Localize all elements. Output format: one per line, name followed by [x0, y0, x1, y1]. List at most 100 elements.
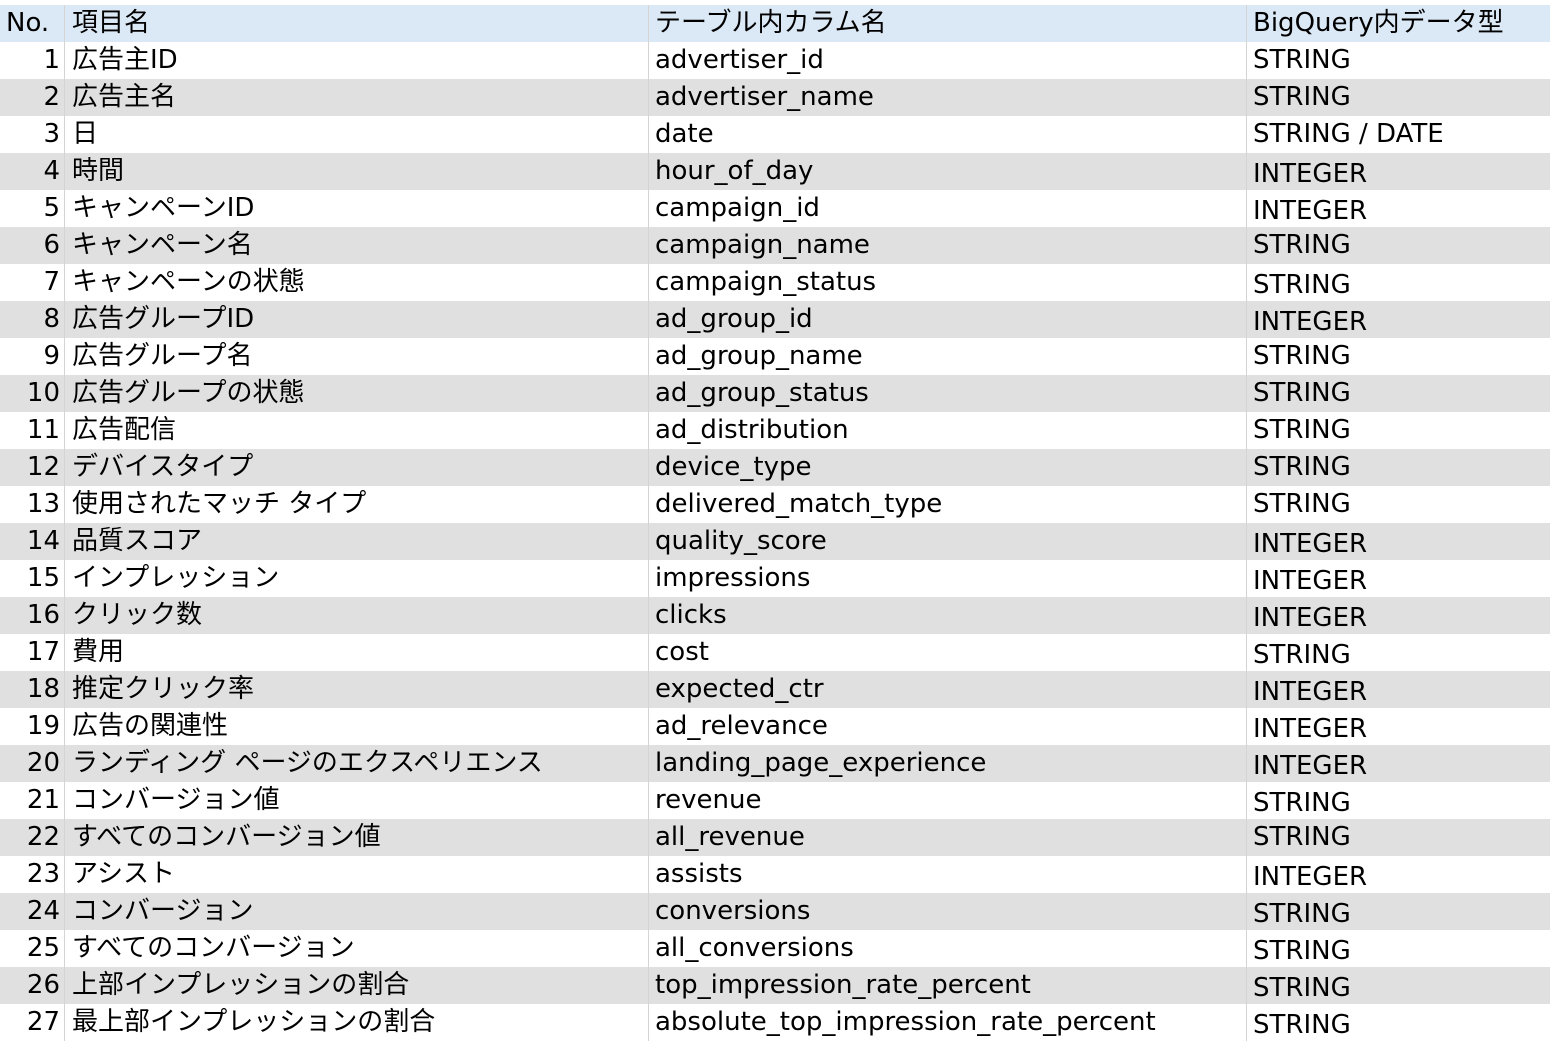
cell-item-name[interactable]: 推定クリック率 [64, 671, 648, 708]
cell-data-type[interactable]: STRING [1246, 819, 1550, 856]
cell-column-name[interactable]: device_type [648, 449, 1246, 486]
cell-data-type[interactable]: STRING [1246, 1004, 1550, 1041]
cell-data-type[interactable]: STRING [1246, 412, 1550, 449]
cell-item-name[interactable]: デバイスタイプ [64, 449, 648, 486]
cell-item-name[interactable]: ランディング ページのエクスペリエンス [64, 745, 648, 782]
cell-column-name[interactable]: advertiser_id [648, 42, 1246, 79]
cell-column-name[interactable]: delivered_match_type [648, 486, 1246, 523]
cell-column-name[interactable]: advertiser_name [648, 79, 1246, 116]
cell-no[interactable]: 22 [0, 819, 64, 856]
cell-data-type[interactable]: INTEGER [1246, 856, 1550, 893]
cell-column-name[interactable]: campaign_status [648, 264, 1246, 301]
cell-no[interactable]: 13 [0, 486, 64, 523]
cell-data-type[interactable]: INTEGER [1246, 708, 1550, 745]
cell-item-name[interactable]: すべてのコンバージョン [64, 930, 648, 967]
cell-item-name[interactable]: 広告グループの状態 [64, 375, 648, 412]
cell-item-name[interactable]: キャンペーンの状態 [64, 264, 648, 301]
cell-data-type[interactable]: STRING / DATE [1246, 116, 1550, 153]
cell-no[interactable]: 2 [0, 79, 64, 116]
cell-item-name[interactable]: 広告配信 [64, 412, 648, 449]
cell-item-name[interactable]: 最上部インプレッションの割合 [64, 1004, 648, 1041]
cell-column-name[interactable]: date [648, 116, 1246, 153]
cell-item-name[interactable]: コンバージョン [64, 893, 648, 930]
cell-data-type[interactable]: STRING [1246, 79, 1550, 116]
cell-item-name[interactable]: インプレッション [64, 560, 648, 597]
cell-item-name[interactable]: キャンペーンID [64, 190, 648, 227]
cell-column-name[interactable]: campaign_id [648, 190, 1246, 227]
cell-item-name[interactable]: 品質スコア [64, 523, 648, 560]
cell-column-name[interactable]: campaign_name [648, 227, 1246, 264]
cell-no[interactable]: 20 [0, 745, 64, 782]
cell-no[interactable]: 25 [0, 930, 64, 967]
cell-no[interactable]: 11 [0, 412, 64, 449]
cell-item-name[interactable]: 費用 [64, 634, 648, 671]
cell-no[interactable]: 19 [0, 708, 64, 745]
cell-data-type[interactable]: INTEGER [1246, 560, 1550, 597]
cell-data-type[interactable]: STRING [1246, 375, 1550, 412]
cell-column-name[interactable]: absolute_top_impression_rate_percent [648, 1004, 1246, 1041]
cell-item-name[interactable]: キャンペーン名 [64, 227, 648, 264]
header-column-name[interactable]: テーブル内カラム名 [648, 5, 1246, 42]
cell-no[interactable]: 14 [0, 523, 64, 560]
cell-column-name[interactable]: hour_of_day [648, 153, 1246, 190]
cell-item-name[interactable]: アシスト [64, 856, 648, 893]
cell-column-name[interactable]: all_revenue [648, 819, 1246, 856]
cell-data-type[interactable]: INTEGER [1246, 671, 1550, 708]
cell-data-type[interactable]: STRING [1246, 893, 1550, 930]
cell-column-name[interactable]: ad_group_status [648, 375, 1246, 412]
cell-no[interactable]: 26 [0, 967, 64, 1004]
cell-data-type[interactable]: STRING [1246, 264, 1550, 301]
cell-column-name[interactable]: impressions [648, 560, 1246, 597]
header-item-name[interactable]: 項目名 [64, 5, 648, 42]
cell-item-name[interactable]: 使用されたマッチ タイプ [64, 486, 648, 523]
cell-item-name[interactable]: 時間 [64, 153, 648, 190]
cell-data-type[interactable]: INTEGER [1246, 190, 1550, 227]
cell-data-type[interactable]: STRING [1246, 227, 1550, 264]
cell-column-name[interactable]: ad_group_id [648, 301, 1246, 338]
cell-column-name[interactable]: cost [648, 634, 1246, 671]
cell-data-type[interactable]: STRING [1246, 967, 1550, 1004]
cell-no[interactable]: 9 [0, 338, 64, 375]
cell-column-name[interactable]: all_conversions [648, 930, 1246, 967]
cell-column-name[interactable]: clicks [648, 597, 1246, 634]
cell-no[interactable]: 3 [0, 116, 64, 153]
cell-data-type[interactable]: INTEGER [1246, 153, 1550, 190]
cell-no[interactable]: 7 [0, 264, 64, 301]
cell-data-type[interactable]: STRING [1246, 42, 1550, 79]
header-no[interactable]: No. [0, 5, 64, 42]
cell-column-name[interactable]: landing_page_experience [648, 745, 1246, 782]
cell-no[interactable]: 24 [0, 893, 64, 930]
cell-data-type[interactable]: STRING [1246, 449, 1550, 486]
cell-data-type[interactable]: STRING [1246, 782, 1550, 819]
cell-no[interactable]: 6 [0, 227, 64, 264]
cell-column-name[interactable]: conversions [648, 893, 1246, 930]
cell-data-type[interactable]: STRING [1246, 486, 1550, 523]
cell-no[interactable]: 16 [0, 597, 64, 634]
cell-no[interactable]: 1 [0, 42, 64, 79]
cell-item-name[interactable]: クリック数 [64, 597, 648, 634]
cell-item-name[interactable]: 日 [64, 116, 648, 153]
cell-no[interactable]: 5 [0, 190, 64, 227]
cell-no[interactable]: 23 [0, 856, 64, 893]
cell-data-type[interactable]: STRING [1246, 930, 1550, 967]
cell-no[interactable]: 15 [0, 560, 64, 597]
cell-column-name[interactable]: ad_group_name [648, 338, 1246, 375]
cell-item-name[interactable]: すべてのコンバージョン値 [64, 819, 648, 856]
cell-no[interactable]: 12 [0, 449, 64, 486]
cell-data-type[interactable]: STRING [1246, 338, 1550, 375]
cell-item-name[interactable]: 広告の関連性 [64, 708, 648, 745]
cell-item-name[interactable]: 広告グループID [64, 301, 648, 338]
cell-column-name[interactable]: revenue [648, 782, 1246, 819]
cell-item-name[interactable]: 広告グループ名 [64, 338, 648, 375]
cell-no[interactable]: 17 [0, 634, 64, 671]
cell-no[interactable]: 10 [0, 375, 64, 412]
cell-data-type[interactable]: INTEGER [1246, 301, 1550, 338]
cell-column-name[interactable]: assists [648, 856, 1246, 893]
cell-item-name[interactable]: 広告主名 [64, 79, 648, 116]
cell-data-type[interactable]: STRING [1246, 634, 1550, 671]
cell-no[interactable]: 18 [0, 671, 64, 708]
cell-data-type[interactable]: INTEGER [1246, 745, 1550, 782]
cell-column-name[interactable]: quality_score [648, 523, 1246, 560]
cell-no[interactable]: 8 [0, 301, 64, 338]
cell-data-type[interactable]: INTEGER [1246, 523, 1550, 560]
